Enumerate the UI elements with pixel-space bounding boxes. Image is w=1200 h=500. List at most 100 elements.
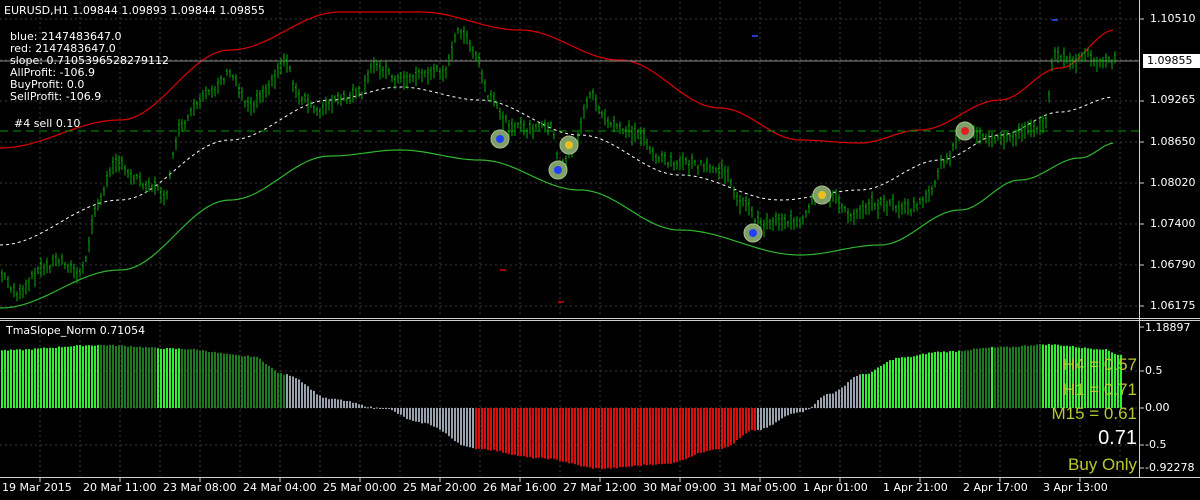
- histogram-bar: [706, 408, 708, 452]
- histogram-bar: [730, 408, 732, 446]
- order-label[interactable]: #4 sell 0.10: [14, 118, 80, 130]
- histogram-bar: [223, 353, 225, 408]
- histogram-bar: [853, 377, 855, 408]
- histogram-bar: [1039, 343, 1041, 408]
- histogram-bar: [256, 356, 258, 408]
- histogram-bar: [874, 369, 876, 408]
- time-label: 1 Apr 01:00: [803, 481, 868, 494]
- histogram-bar: [61, 347, 63, 408]
- histogram-bar: [895, 357, 897, 408]
- histogram-bar: [598, 408, 600, 469]
- chart-header: EURUSD,H1 1.09844 1.09893 1.09844 1.0985…: [4, 4, 265, 17]
- histogram-bar: [610, 408, 612, 469]
- histogram-bar: [193, 348, 195, 408]
- histogram-bar: [424, 408, 426, 423]
- histogram-bar: [763, 408, 765, 429]
- histogram-bar: [265, 364, 267, 408]
- histogram-bar: [409, 408, 411, 420]
- histogram-bar: [844, 385, 846, 408]
- time-label: 31 Mar 05:00: [723, 481, 797, 494]
- histogram-bar: [316, 394, 318, 408]
- histogram-bar: [334, 398, 336, 408]
- histogram-bar: [517, 408, 519, 456]
- time-label: 1 Apr 21:00: [883, 481, 948, 494]
- histogram-bar: [382, 408, 384, 409]
- histogram-bar: [4, 349, 6, 408]
- histogram-bar: [85, 345, 87, 408]
- histogram-bar: [499, 408, 501, 451]
- chart-canvas[interactable]: [0, 0, 1200, 500]
- histogram-bar: [532, 408, 534, 459]
- time-label: 25 Mar 20:00: [403, 481, 477, 494]
- histogram-bar: [31, 349, 33, 408]
- upper-band-line: [0, 11, 1114, 149]
- histogram-bar: [700, 408, 702, 453]
- histogram-bar: [637, 408, 639, 466]
- histogram-bar: [847, 382, 849, 408]
- histogram-bar: [1060, 345, 1062, 408]
- histogram-bar: [232, 354, 234, 408]
- histogram-bar: [979, 348, 981, 408]
- histogram-bar: [928, 352, 930, 408]
- histogram-bar: [922, 353, 924, 408]
- histogram-bar: [1057, 344, 1059, 408]
- histogram-bar: [139, 346, 141, 408]
- histogram-bar: [1018, 346, 1020, 408]
- histogram-bar: [919, 354, 921, 408]
- histogram-bar: [106, 345, 108, 408]
- indicator-title: TmaSlope_Norm 0.71054: [6, 324, 146, 337]
- histogram-bar: [418, 408, 420, 422]
- histogram-bar: [604, 408, 606, 469]
- histogram-bar: [571, 408, 573, 464]
- histogram-bar: [736, 408, 738, 440]
- histogram-bar: [625, 408, 627, 468]
- histogram-bar: [460, 408, 462, 445]
- histogram-bar: [664, 408, 666, 464]
- price-label: 1.08650: [1150, 135, 1196, 148]
- histogram-bar: [595, 408, 597, 469]
- histogram-bar: [280, 373, 282, 408]
- histogram-bar: [307, 386, 309, 408]
- histogram-bar: [757, 408, 759, 430]
- histogram-bar: [931, 352, 933, 408]
- histogram-bar: [373, 408, 375, 409]
- histogram-bar: [397, 408, 399, 414]
- histogram-bar: [1012, 346, 1014, 408]
- histogram-bar: [274, 370, 276, 408]
- indicator-scale-label: 1.18897: [1145, 321, 1191, 334]
- histogram-bar: [616, 408, 618, 469]
- histogram-bar: [769, 408, 771, 426]
- slope-value: 0.71: [1098, 427, 1137, 449]
- histogram-bar: [295, 378, 297, 408]
- histogram-bar: [427, 408, 429, 424]
- histogram-bar: [709, 408, 711, 451]
- histogram-bar: [385, 408, 387, 410]
- histogram-bar: [697, 408, 699, 453]
- histogram-bar: [865, 374, 867, 408]
- histogram-bar: [301, 382, 303, 408]
- histogram-bar: [262, 361, 264, 408]
- histogram-bar: [955, 351, 957, 408]
- histogram-bar: [946, 352, 948, 408]
- histogram-bar: [748, 408, 750, 432]
- histogram-bar: [529, 408, 531, 457]
- histogram-bar: [961, 351, 963, 408]
- histogram-bar: [988, 347, 990, 408]
- histogram-bar: [1051, 344, 1053, 408]
- trade-marker-core: [496, 135, 504, 143]
- histogram-bar: [1015, 346, 1017, 408]
- price-label: 1.06175: [1150, 299, 1196, 312]
- histogram-bar: [136, 347, 138, 408]
- histogram-bar: [601, 408, 603, 470]
- histogram-bar: [352, 402, 354, 408]
- histogram-bar: [64, 346, 66, 408]
- histogram-bar: [472, 408, 474, 449]
- histogram-bar: [238, 355, 240, 408]
- histogram-bar: [511, 408, 513, 455]
- histogram-bar: [286, 374, 288, 408]
- histogram-bar: [415, 408, 417, 422]
- histogram-bar: [997, 347, 999, 408]
- price-label: 1.10510: [1150, 12, 1196, 25]
- histogram-bar: [613, 408, 615, 468]
- histogram-bar: [181, 348, 183, 408]
